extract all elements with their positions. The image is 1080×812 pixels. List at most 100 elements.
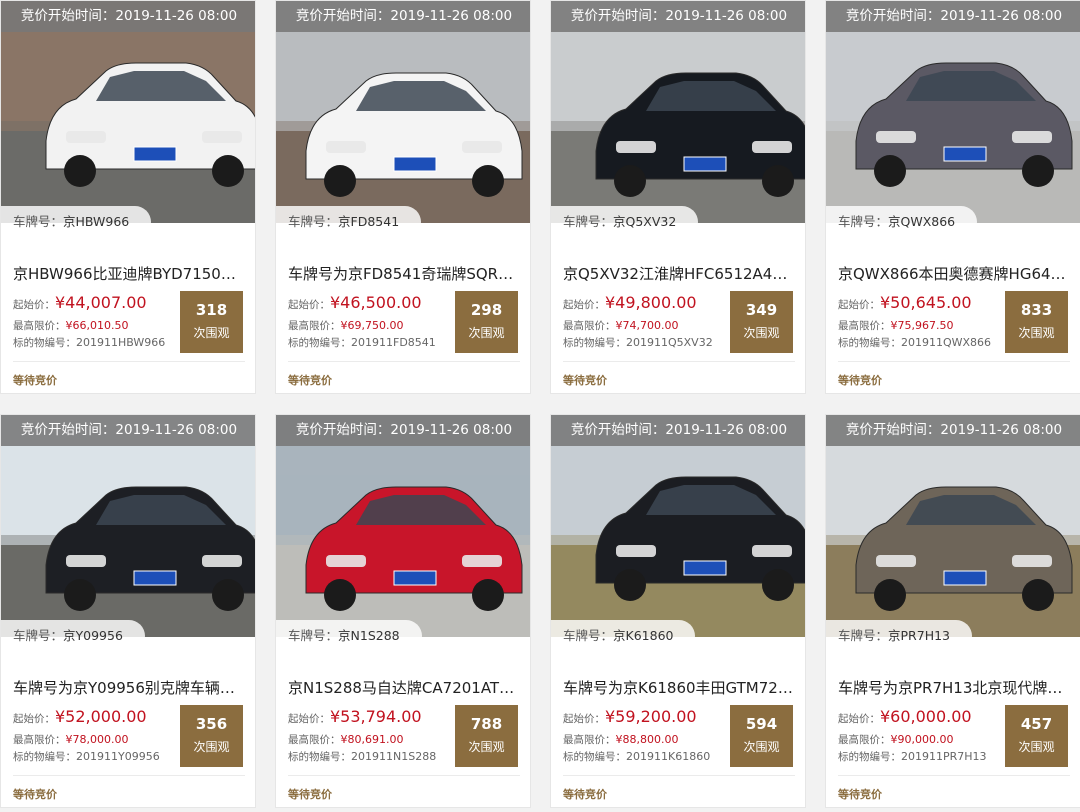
start-price-label: 起始价： <box>13 713 55 725</box>
lot-number-value: 201911Y09956 <box>76 750 160 763</box>
card-divider <box>13 361 245 362</box>
listing-title[interactable]: 车牌号为京K61860丰田GTM724... <box>563 677 795 698</box>
lot-number-label: 标的物编号： <box>838 751 901 763</box>
start-price-value: ¥44,007.00 <box>55 293 147 312</box>
view-count: 298 <box>470 301 503 319</box>
car-photo[interactable] <box>276 415 530 637</box>
plate-badge: 车牌号：京Y09956 <box>1 620 145 652</box>
plate-label: 车牌号： <box>288 628 339 643</box>
card-divider <box>288 361 520 362</box>
listing-title[interactable]: 车牌号为京FD8541奇瑞牌SQR71... <box>288 263 520 284</box>
view-count-badge: 318 次围观 <box>180 291 243 353</box>
auction-card[interactable]: 竞价开始时间：2019-11-26 08:00 车牌号：京Y09956 ●○○ … <box>0 414 256 808</box>
listing-title[interactable]: 京QWX866本田奥德赛牌HG648... <box>838 263 1070 284</box>
max-price-label: 最高限价： <box>563 734 616 746</box>
max-price-row: 最高限价：¥75,967.50 <box>838 315 998 332</box>
start-price-value: ¥59,200.00 <box>605 707 697 726</box>
start-price-label: 起始价： <box>13 299 55 311</box>
auction-card[interactable]: 竞价开始时间：2019-11-26 08:00 车牌号：京QWX866 京QWX… <box>825 0 1080 394</box>
plate-number: 京QWX866 <box>888 214 956 229</box>
car-photo[interactable] <box>551 415 805 637</box>
view-count-unit: 次围观 <box>468 740 505 754</box>
max-price-label: 最高限价： <box>563 320 616 332</box>
view-count-badge: 594 次围观 <box>730 705 793 767</box>
card-divider <box>838 361 1070 362</box>
view-count: 318 <box>195 301 228 319</box>
car-photo[interactable] <box>551 1 805 223</box>
auction-card[interactable]: 竞价开始时间：2019-11-26 08:00 车牌号：京N1S288 京N1S… <box>275 414 531 808</box>
price-info: 起始价：¥50,645.00 最高限价：¥75,967.50 标的物编号：201… <box>838 291 998 349</box>
max-price-label: 最高限价： <box>13 734 66 746</box>
auction-status: 等待竞价 <box>563 788 607 801</box>
lot-number-label: 标的物编号： <box>13 751 76 763</box>
start-price-row: 起始价：¥52,000.00 <box>13 705 173 729</box>
start-price-value: ¥52,000.00 <box>55 707 147 726</box>
card-divider <box>288 775 520 776</box>
lot-number-row: 标的物编号：201911PR7H13 <box>838 746 998 763</box>
view-count: 356 <box>195 715 228 733</box>
auction-card[interactable]: 竞价开始时间：2019-11-26 08:00 车牌号：京PR7H13 车牌号为… <box>825 414 1080 808</box>
start-price-value: ¥46,500.00 <box>330 293 422 312</box>
car-photo[interactable] <box>1 415 255 637</box>
max-price-value: ¥90,000.00 <box>890 733 954 746</box>
view-count-badge: 833 次围观 <box>1005 291 1068 353</box>
max-price-label: 最高限价： <box>838 320 891 332</box>
start-price-row: 起始价：¥53,794.00 <box>288 705 448 729</box>
start-price-row: 起始价：¥49,800.00 <box>563 291 723 315</box>
carousel-dots[interactable]: ●○○ <box>35 653 56 661</box>
car-photo[interactable] <box>1 1 255 223</box>
auction-card[interactable]: 竞价开始时间：2019-11-26 08:00 车牌号：京K61860 车牌号为… <box>550 414 806 808</box>
plate-badge: 车牌号：京FD8541 <box>276 206 422 238</box>
max-price-row: 最高限价：¥66,010.50 <box>13 315 173 332</box>
max-price-value: ¥78,000.00 <box>65 733 129 746</box>
start-price-value: ¥50,645.00 <box>880 293 972 312</box>
lot-number-label: 标的物编号： <box>288 337 351 349</box>
plate-badge: 车牌号：京QWX866 <box>826 206 978 238</box>
lot-number-row: 标的物编号：201911Y09956 <box>13 746 173 763</box>
listing-title[interactable]: 京HBW966比亚迪牌BYD7150A5... <box>13 263 245 284</box>
view-count-badge: 457 次围观 <box>1005 705 1068 767</box>
auction-status: 等待竞价 <box>288 374 332 387</box>
lot-number-row: 标的物编号：201911N1S288 <box>288 746 448 763</box>
auction-card[interactable]: 竞价开始时间：2019-11-26 08:00 车牌号：京FD8541 车牌号为… <box>275 0 531 394</box>
plate-label: 车牌号： <box>838 214 889 229</box>
listing-title[interactable]: 车牌号为京Y09956别克牌车辆型... <box>13 677 245 698</box>
max-price-value: ¥75,967.50 <box>890 319 954 332</box>
lot-number-label: 标的物编号： <box>288 751 351 763</box>
auction-card[interactable]: 竞价开始时间：2019-11-26 08:00 车牌号：京Q5XV32 京Q5X… <box>550 0 806 394</box>
view-count: 788 <box>470 715 503 733</box>
auction-start-banner: 竞价开始时间：2019-11-26 08:00 <box>1 1 255 32</box>
max-price-label: 最高限价： <box>13 320 66 332</box>
lot-number-label: 标的物编号： <box>838 337 901 349</box>
start-price-label: 起始价： <box>288 713 330 725</box>
plate-number: 京N1S288 <box>338 628 400 643</box>
plate-badge: 车牌号：京Q5XV32 <box>551 206 699 238</box>
car-photo[interactable] <box>276 1 530 223</box>
price-info: 起始价：¥53,794.00 最高限价：¥80,691.00 标的物编号：201… <box>288 705 448 763</box>
view-count-unit: 次围观 <box>743 326 780 340</box>
view-count-unit: 次围观 <box>193 326 230 340</box>
price-info: 起始价：¥46,500.00 最高限价：¥69,750.00 标的物编号：201… <box>288 291 448 349</box>
auction-card[interactable]: 竞价开始时间：2019-11-26 08:00 车牌号：京HBW966 京HBW… <box>0 0 256 394</box>
lot-number-label: 标的物编号： <box>563 337 626 349</box>
car-photo[interactable] <box>826 415 1080 637</box>
view-count-unit: 次围观 <box>1018 740 1055 754</box>
listing-title[interactable]: 京N1S288马自达牌CA7201AT4... <box>288 677 520 698</box>
price-info: 起始价：¥52,000.00 最高限价：¥78,000.00 标的物编号：201… <box>13 705 173 763</box>
auction-start-banner: 竞价开始时间：2019-11-26 08:00 <box>826 415 1080 446</box>
view-count-unit: 次围观 <box>743 740 780 754</box>
auction-start-banner: 竞价开始时间：2019-11-26 08:00 <box>276 415 530 446</box>
plate-badge: 车牌号：京N1S288 <box>276 620 422 652</box>
lot-number-value: 201911QWX866 <box>901 336 992 349</box>
view-count-unit: 次围观 <box>193 740 230 754</box>
plate-number: 京FD8541 <box>338 214 400 229</box>
view-count: 457 <box>1020 715 1053 733</box>
plate-label: 车牌号： <box>288 214 339 229</box>
plate-badge: 车牌号：京HBW966 <box>1 206 152 238</box>
max-price-value: ¥88,800.00 <box>615 733 679 746</box>
auction-status: 等待竞价 <box>288 788 332 801</box>
listing-title[interactable]: 京Q5XV32江淮牌HFC6512A4AC... <box>563 263 795 284</box>
car-photo[interactable] <box>826 1 1080 223</box>
plate-label: 车牌号： <box>563 628 614 643</box>
listing-title[interactable]: 车牌号为京PR7H13北京现代牌B... <box>838 677 1070 698</box>
